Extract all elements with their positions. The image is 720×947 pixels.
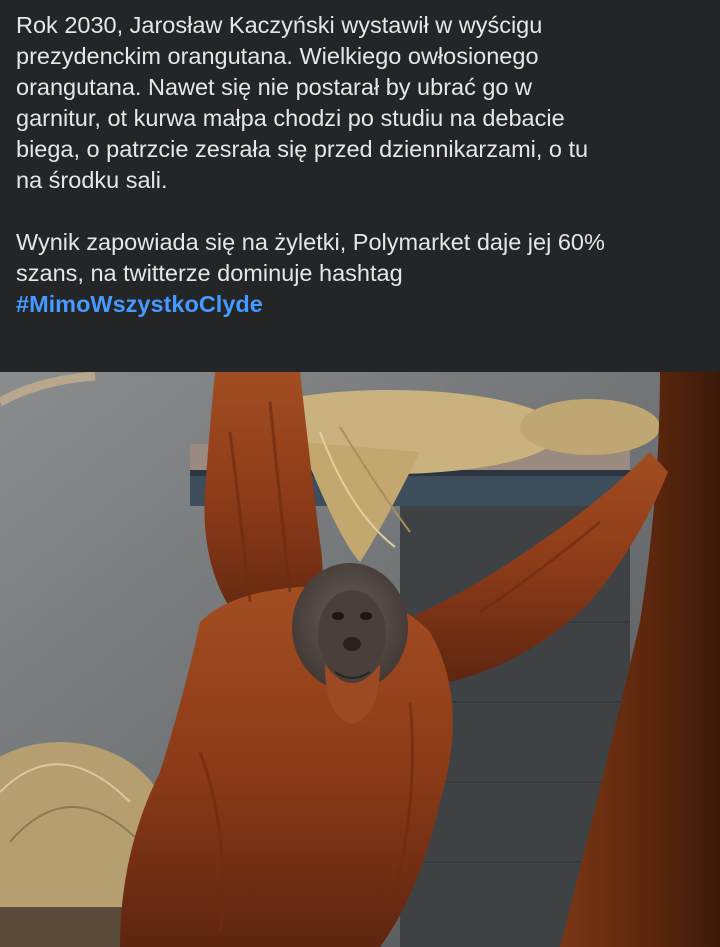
facebook-post: Rok 2030, Jarosław Kaczyński wystawił w …: [0, 0, 720, 947]
hashtag-link[interactable]: #MimoWszystkoClyde: [16, 291, 263, 317]
orangutan-photo: [0, 372, 720, 947]
post-text-line: biega, o patrzcie zesrała się przed dzie…: [16, 136, 589, 162]
post-photo[interactable]: [0, 372, 720, 947]
post-text: Rok 2030, Jarosław Kaczyński wystawił w …: [16, 10, 706, 320]
post-text-line: garnitur, ot kurwa małpa chodzi po studi…: [16, 105, 565, 131]
post-text-line: orangutana. Nawet się nie postarał by ub…: [16, 74, 533, 100]
post-paragraph-1: Rok 2030, Jarosław Kaczyński wystawił w …: [16, 10, 706, 196]
post-text-line: Rok 2030, Jarosław Kaczyński wystawił w …: [16, 12, 543, 38]
post-text-line: szans, na twitterze dominuje hashtag: [16, 260, 403, 286]
post-text-line: na środku sali.: [16, 167, 168, 193]
post-text-line: Wynik zapowiada się na żyletki, Polymark…: [16, 229, 605, 255]
post-text-line: prezydenckim orangutana. Wielkiego owłos…: [16, 43, 539, 69]
post-paragraph-2: Wynik zapowiada się na żyletki, Polymark…: [16, 227, 706, 320]
